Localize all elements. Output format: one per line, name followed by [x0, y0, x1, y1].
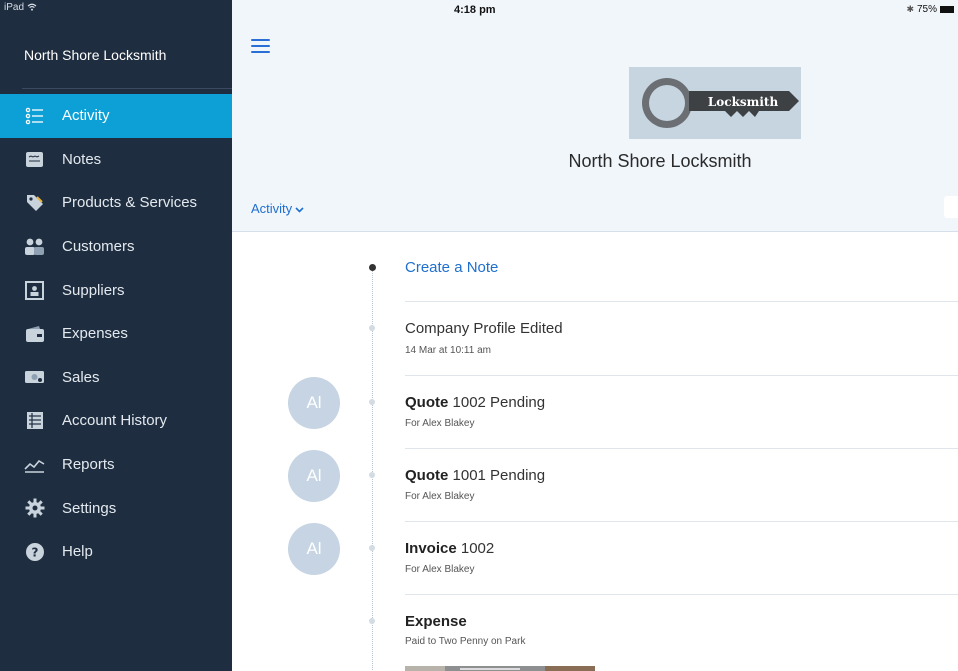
- timeline-dot: [369, 264, 376, 271]
- feed-item-subtitle: For Alex Blakey: [405, 564, 475, 575]
- feed-item-subtitle: For Alex Blakey: [405, 491, 475, 502]
- feed-item-detail: 1002: [456, 540, 495, 557]
- sidebar-item-activity[interactable]: Activity: [0, 94, 232, 138]
- feed-item-title[interactable]: Quote 1001 Pending: [405, 467, 545, 484]
- activity-feed: Create a Note Company Profile Edited 14 …: [232, 232, 958, 671]
- sales-icon: [24, 367, 45, 387]
- sidebar-item-notes[interactable]: Notes: [0, 138, 232, 182]
- sidebar-item-label: Sales: [62, 368, 100, 386]
- supplier-icon: [24, 280, 45, 300]
- status-time: 4:18 pm: [454, 4, 496, 16]
- main-panel: 4:18 pm ✱ 75% Locksmith North Shore Lock…: [232, 0, 958, 671]
- divider: [405, 375, 958, 376]
- sidebar-item-label: Reports: [62, 456, 115, 474]
- avatar: Al: [288, 450, 340, 502]
- avatar: Al: [288, 523, 340, 575]
- sidebar-item-help[interactable]: ? Help: [0, 530, 232, 574]
- timeline-dot: [369, 325, 375, 331]
- status-battery: ✱ 75%: [906, 4, 954, 15]
- people-icon: [24, 237, 45, 257]
- receipt-thumbnail[interactable]: [405, 662, 595, 671]
- sidebar-item-reports[interactable]: Reports: [0, 443, 232, 487]
- feed-item-type: Quote: [405, 394, 449, 411]
- sidebar-item-label: Settings: [62, 499, 117, 517]
- svg-text:?: ?: [31, 545, 38, 559]
- sidebar: iPad North Shore Locksmith Activity Note…: [0, 0, 232, 671]
- sidebar-item-expenses[interactable]: Expenses: [0, 312, 232, 356]
- feed-item-type: Quote: [405, 467, 449, 484]
- ledger-icon: [24, 411, 45, 431]
- feed-item-detail: 1001 Pending: [448, 467, 546, 484]
- feed-item-title[interactable]: Company Profile Edited: [405, 320, 563, 337]
- sidebar-brand: North Shore Locksmith: [24, 47, 167, 63]
- gear-icon: [24, 498, 45, 518]
- help-icon: ?: [24, 542, 45, 562]
- logo-text: Locksmith: [708, 95, 779, 109]
- divider: [405, 521, 958, 522]
- chart-icon: [24, 455, 45, 475]
- divider: [405, 594, 958, 595]
- feed-item-title[interactable]: Invoice 1002: [405, 540, 494, 557]
- wallet-icon: [24, 324, 45, 344]
- sidebar-item-customers[interactable]: Customers: [0, 225, 232, 269]
- feed-item-detail: 1002 Pending: [448, 394, 546, 411]
- timeline-dot: [369, 618, 375, 624]
- sidebar-item-account-history[interactable]: Account History: [0, 399, 232, 443]
- notes-icon: [24, 149, 45, 169]
- create-note-link[interactable]: Create a Note: [405, 259, 498, 276]
- timeline-dot: [369, 545, 375, 551]
- edge-tab[interactable]: [944, 196, 958, 218]
- sidebar-item-suppliers[interactable]: Suppliers: [0, 268, 232, 312]
- header: 4:18 pm ✱ 75% Locksmith North Shore Lock…: [232, 0, 958, 232]
- sidebar-item-label: Help: [62, 543, 93, 561]
- sidebar-item-label: Activity: [62, 107, 110, 125]
- feed-item-subtitle: 14 Mar at 10:11 am: [405, 345, 491, 356]
- sidebar-nav: Activity Notes Products & Services Custo…: [0, 94, 232, 574]
- sidebar-item-label: Expenses: [62, 325, 128, 343]
- company-name: North Shore Locksmith: [568, 151, 752, 171]
- sidebar-item-sales[interactable]: Sales: [0, 356, 232, 400]
- feed-item-type: Expense: [405, 613, 467, 630]
- divider: [405, 448, 958, 449]
- tag-icon: [24, 193, 45, 213]
- status-device: iPad: [4, 2, 37, 13]
- divider: [405, 301, 958, 302]
- sidebar-item-settings[interactable]: Settings: [0, 486, 232, 530]
- feed-item-title[interactable]: Quote 1002 Pending: [405, 394, 545, 411]
- wifi-icon: [27, 3, 37, 11]
- sidebar-item-products-services[interactable]: Products & Services: [0, 181, 232, 225]
- timeline-dot: [369, 399, 375, 405]
- menu-button[interactable]: [251, 39, 270, 53]
- divider: [22, 88, 232, 89]
- feed-item-type: Invoice: [405, 540, 457, 557]
- list-icon: [24, 106, 45, 126]
- activity-filter-dropdown[interactable]: Activity: [251, 201, 304, 216]
- feed-item-subtitle: For Alex Blakey: [405, 418, 475, 429]
- timeline-dot: [369, 472, 375, 478]
- chevron-down-icon: [295, 201, 304, 216]
- sidebar-item-label: Notes: [62, 150, 102, 168]
- feed-item-title[interactable]: Expense: [405, 613, 467, 630]
- company-logo: Locksmith: [629, 67, 801, 139]
- avatar: Al: [288, 377, 340, 429]
- filter-label: Activity: [251, 201, 293, 216]
- sidebar-item-label: Products & Services: [62, 194, 198, 212]
- feed-item-subtitle: Paid to Two Penny on Park: [405, 636, 526, 647]
- sidebar-item-label: Account History: [62, 412, 168, 430]
- sidebar-item-label: Suppliers: [62, 281, 125, 299]
- battery-icon: [940, 6, 954, 13]
- sidebar-item-label: Customers: [62, 238, 135, 256]
- bluetooth-icon: ✱: [906, 4, 914, 14]
